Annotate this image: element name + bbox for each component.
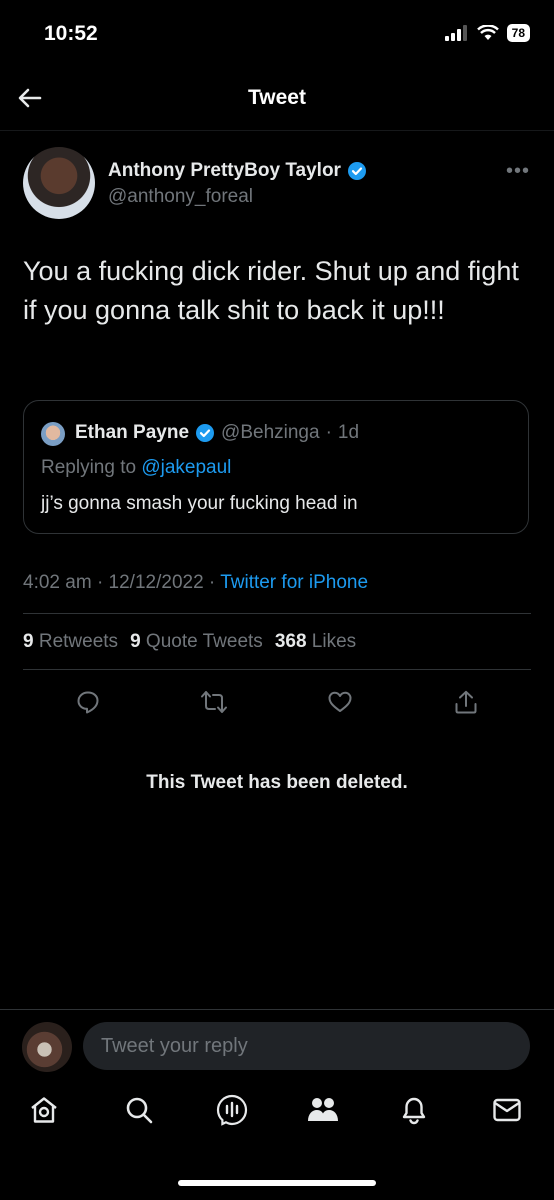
quote-tweets-stat[interactable]: 9 Quote Tweets <box>130 631 263 653</box>
divider <box>23 613 531 614</box>
spaces-icon <box>216 1094 248 1126</box>
quote-tweets-count: 9 <box>130 631 141 652</box>
cellular-signal-icon <box>444 25 467 41</box>
quoted-author-avatar <box>41 422 65 446</box>
status-time: 10:52 <box>44 22 98 45</box>
tweet-meta: 4:02 am · 12/12/2022 · Twitter for iPhon… <box>23 572 368 594</box>
quote-tweets-label: Quote Tweets <box>145 631 263 652</box>
tweet-text: You a fucking dick rider. Shut up and fi… <box>23 256 519 325</box>
tab-explore[interactable] <box>119 1090 159 1130</box>
more-options-icon[interactable]: ••• <box>506 160 530 183</box>
quoted-author-row: Ethan Payne @Behzinga · 1d <box>75 422 359 444</box>
quoted-author-handle: @Behzinga <box>221 422 320 443</box>
quoted-tweet-text: jj’s gonna smash your fucking head in <box>41 493 358 514</box>
quoted-tweet-age: 1d <box>337 422 360 443</box>
reply-button[interactable] <box>72 686 104 718</box>
author-name[interactable]: Anthony PrettyBoy Taylor <box>108 160 341 182</box>
likes-label: Likes <box>311 631 357 652</box>
author-avatar[interactable] <box>23 147 95 219</box>
communities-icon <box>308 1098 338 1121</box>
quoted-tweet-card[interactable]: Ethan Payne @Behzinga · 1d Replying to @… <box>23 400 529 534</box>
replying-to-label: Replying to <box>41 457 137 478</box>
tweet-date: 12/12/2022 <box>108 572 204 593</box>
status-icons: 78 <box>444 24 530 42</box>
replying-to-handle[interactable]: @jakepaul <box>141 457 231 478</box>
status-bar: 10:52 78 <box>0 0 554 64</box>
retweet-icon <box>201 691 227 713</box>
reply-divider <box>0 1009 554 1010</box>
page-title: Tweet <box>248 86 306 109</box>
tweet-actions <box>0 686 554 718</box>
likes-stat[interactable]: 368 Likes <box>275 631 356 653</box>
tweet-stats: 9 Retweets 9 Quote Tweets 368 Likes <box>23 631 356 653</box>
header-divider <box>0 130 554 131</box>
verified-badge-icon <box>196 424 215 442</box>
likes-count: 368 <box>274 631 307 652</box>
share-icon <box>455 690 477 714</box>
dot-separator: · <box>208 572 216 593</box>
tweet-source[interactable]: Twitter for iPhone <box>220 572 368 593</box>
reply-icon <box>77 691 99 714</box>
tab-home[interactable] <box>24 1090 64 1130</box>
divider <box>23 669 531 670</box>
home-indicator <box>178 1180 376 1186</box>
header-bar: Tweet <box>0 64 554 130</box>
wifi-icon <box>476 25 499 40</box>
tab-messages[interactable] <box>487 1090 527 1130</box>
user-avatar[interactable] <box>22 1022 72 1072</box>
author-handle[interactable]: @anthony_foreal <box>108 186 253 208</box>
retweets-count: 9 <box>23 631 34 652</box>
share-button[interactable] <box>450 686 482 718</box>
quoted-author-name: Ethan Payne <box>75 422 190 443</box>
tab-notifications[interactable] <box>394 1090 434 1130</box>
retweets-label: Retweets <box>38 631 119 652</box>
retweet-button[interactable] <box>198 686 230 718</box>
retweets-stat[interactable]: 9 Retweets <box>23 631 118 653</box>
reply-input[interactable]: Tweet your reply <box>83 1022 530 1070</box>
dot-separator: · <box>325 422 332 443</box>
author-name-row[interactable]: Anthony PrettyBoy Taylor <box>108 160 367 182</box>
replying-to: Replying to @jakepaul <box>41 457 231 479</box>
like-button[interactable] <box>324 686 356 718</box>
tab-spaces[interactable] <box>212 1090 252 1130</box>
heart-icon <box>328 691 352 712</box>
search-icon <box>126 1097 153 1124</box>
dot-separator: · <box>96 572 104 593</box>
mail-icon <box>493 1098 521 1122</box>
deleted-tweet-notice: This Tweet has been deleted. <box>146 772 408 793</box>
bell-icon <box>402 1097 426 1125</box>
bottom-tab-bar <box>0 1090 554 1144</box>
tab-communities[interactable] <box>303 1090 343 1130</box>
verified-badge-icon <box>347 162 366 180</box>
tweet-time: 4:02 am <box>23 572 92 593</box>
battery-icon: 78 <box>506 24 530 42</box>
home-icon <box>31 1097 57 1123</box>
